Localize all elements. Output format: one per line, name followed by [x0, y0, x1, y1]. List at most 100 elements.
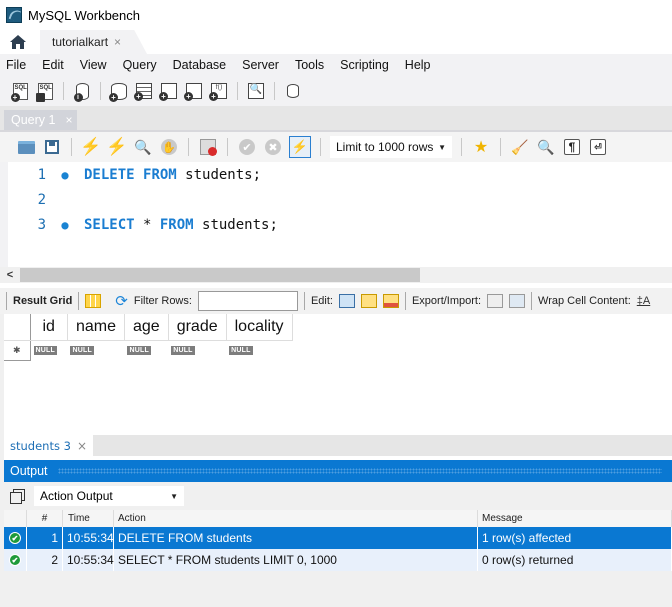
- reconnect-icon[interactable]: [283, 81, 303, 101]
- menu-edit[interactable]: Edit: [42, 58, 64, 72]
- output-row[interactable]: ✔ 2 10:55:34 SELECT * FROM students LIMI…: [4, 549, 672, 571]
- new-row-marker-icon: ✱: [4, 340, 31, 361]
- execute-all-icon[interactable]: ⚡: [80, 137, 101, 157]
- grid-cell[interactable]: NULL: [168, 340, 226, 360]
- result-grid[interactable]: id name age grade locality ✱ NULL NULL N…: [4, 314, 672, 434]
- grid-cell[interactable]: NULL: [30, 340, 67, 360]
- delete-row-icon[interactable]: [382, 294, 399, 308]
- column-header-message[interactable]: Message: [478, 510, 672, 527]
- connection-tab-tutorialkart[interactable]: tutorialkart ×: [40, 30, 148, 54]
- column-header[interactable]: name: [67, 314, 125, 341]
- toolbar-separator: [404, 292, 406, 310]
- commit-icon[interactable]: ✔: [237, 137, 257, 157]
- word-wrap-button[interactable]: ⏎: [588, 137, 608, 157]
- insert-row-icon[interactable]: [360, 294, 377, 308]
- toolbar-separator: [227, 138, 228, 156]
- menu-query[interactable]: Query: [123, 58, 157, 72]
- panel-grip[interactable]: [57, 468, 662, 474]
- null-badge: NULL: [127, 345, 151, 355]
- save-script-button[interactable]: [42, 137, 62, 157]
- toolbar-separator: [71, 138, 72, 156]
- autocommit-toggle-icon[interactable]: ⚡: [289, 136, 311, 158]
- row-number: 2: [27, 549, 63, 571]
- menu-help[interactable]: Help: [405, 58, 431, 72]
- home-tab[interactable]: [0, 30, 36, 54]
- toolbar-separator: [274, 82, 275, 100]
- add-snippet-icon[interactable]: ★: [471, 137, 491, 157]
- wrap-cell-icon[interactable]: ‡A: [637, 295, 650, 307]
- execute-current-icon[interactable]: ⚡: [106, 137, 127, 157]
- output-panel-header: Output: [4, 460, 672, 482]
- edit-label: Edit:: [310, 295, 333, 307]
- limit-rows-select[interactable]: Limit to 1000 rows ▼: [330, 136, 452, 158]
- output-header-row: # Time Action Message: [4, 510, 672, 527]
- import-icon[interactable]: [509, 294, 526, 308]
- column-header-num[interactable]: #: [27, 510, 63, 527]
- create-view-icon[interactable]: +: [159, 81, 179, 101]
- export-icon[interactable]: [487, 294, 504, 308]
- explain-icon[interactable]: 🔍: [133, 137, 153, 157]
- create-table-icon[interactable]: +: [134, 81, 154, 101]
- row-action: SELECT * FROM students LIMIT 0, 1000: [114, 549, 478, 571]
- grid-cell[interactable]: NULL: [124, 340, 168, 360]
- tab-students-3[interactable]: students 3 ×: [4, 435, 93, 456]
- row-message: 0 row(s) returned: [478, 549, 672, 571]
- status-cell: ✔: [4, 527, 27, 549]
- column-header[interactable]: id: [30, 314, 68, 341]
- column-header[interactable]: grade: [168, 314, 227, 341]
- schema-inspector-icon[interactable]: i: [72, 81, 92, 102]
- search-table-data-icon[interactable]: 🔍: [246, 81, 266, 101]
- column-header[interactable]: age: [124, 314, 169, 341]
- result-tab-label: students 3: [10, 438, 71, 453]
- output-mode-select[interactable]: Action Output ▼: [34, 486, 184, 506]
- close-icon[interactable]: ×: [65, 113, 72, 127]
- toggle-continue-on-error-icon[interactable]: [198, 137, 218, 157]
- copy-icon[interactable]: [10, 489, 25, 504]
- create-schema-icon[interactable]: +: [109, 81, 129, 102]
- new-row: ✱ NULL NULL NULL NULL NULL: [4, 340, 292, 361]
- scrollbar-thumb[interactable]: [20, 268, 420, 282]
- result-toolbar: Result Grid ⟳ Filter Rows: Edit: Export/…: [0, 288, 672, 314]
- editor-horizontal-scrollbar[interactable]: <: [0, 267, 672, 283]
- filter-rows-input[interactable]: [197, 291, 298, 311]
- menu-database[interactable]: Database: [173, 58, 227, 72]
- toolbar-separator: [461, 138, 462, 156]
- scroll-left-icon[interactable]: <: [0, 269, 20, 281]
- create-procedure-icon[interactable]: +: [184, 81, 204, 101]
- open-script-button[interactable]: [16, 137, 36, 157]
- home-icon: [10, 35, 26, 49]
- close-icon[interactable]: ×: [114, 35, 121, 49]
- create-function-icon[interactable]: f() +: [209, 81, 229, 101]
- rollback-icon[interactable]: ✖: [263, 137, 283, 157]
- code-line: 3 ● SELECT * FROM students;: [0, 212, 278, 237]
- close-icon[interactable]: ×: [77, 439, 87, 453]
- refresh-icon[interactable]: ⟳: [115, 292, 128, 310]
- menu-view[interactable]: View: [80, 58, 107, 72]
- beautify-icon[interactable]: 🧹: [510, 137, 530, 157]
- menu-tools[interactable]: Tools: [295, 58, 324, 72]
- limit-rows-value: Limit to 1000 rows: [336, 140, 434, 154]
- column-header-time[interactable]: Time: [63, 510, 114, 527]
- open-sql-script-icon[interactable]: SQL: [35, 81, 55, 102]
- new-sql-tab-icon[interactable]: SQL +: [10, 81, 30, 102]
- menu-server[interactable]: Server: [242, 58, 279, 72]
- find-replace-icon[interactable]: 🔍: [536, 137, 556, 157]
- grid-cell[interactable]: NULL: [67, 340, 124, 360]
- sql-editor[interactable]: 1 ● DELETE FROM students; 2 3 ● SELECT *…: [0, 162, 672, 267]
- toolbar-separator: [78, 292, 80, 310]
- stop-icon[interactable]: ✋: [159, 137, 179, 157]
- header-row: id name age grade locality: [4, 314, 293, 341]
- grid-cell[interactable]: NULL: [226, 340, 292, 360]
- tab-query-1[interactable]: Query 1 ×: [4, 110, 77, 130]
- output-row[interactable]: ✔ 1 10:55:34 DELETE FROM students 1 row(…: [4, 527, 672, 549]
- menu-scripting[interactable]: Scripting: [340, 58, 389, 72]
- edit-current-row-icon[interactable]: [338, 294, 355, 308]
- line-number: 3: [37, 216, 46, 233]
- menu-file[interactable]: File: [6, 58, 26, 72]
- invisible-chars-button[interactable]: ¶: [562, 137, 582, 157]
- column-header[interactable]: locality: [226, 314, 293, 341]
- column-header-action[interactable]: Action: [114, 510, 478, 527]
- export-import-label: Export/Import:: [411, 295, 482, 307]
- form-editor-icon[interactable]: [85, 294, 102, 308]
- result-grid-button[interactable]: Result Grid: [13, 295, 72, 307]
